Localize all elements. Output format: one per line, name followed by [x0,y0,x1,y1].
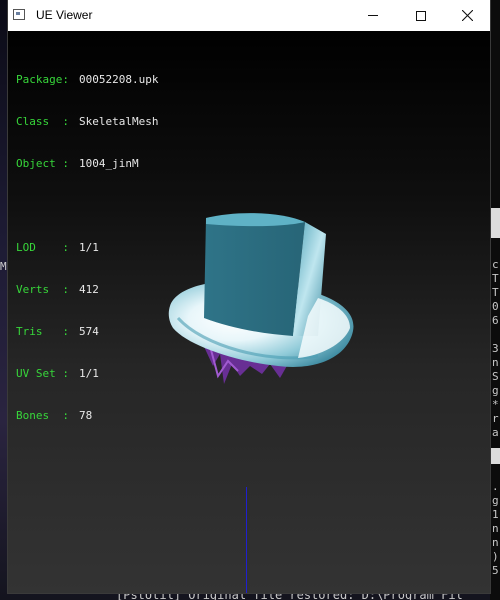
info-row-bones: Bones : 78 [16,409,158,423]
info-value: 412 [79,283,99,296]
info-key: Bones : [16,409,69,422]
info-key: Class : [16,115,69,128]
console-line: 3 [492,342,499,355]
mesh-info-overlay: Package: 00052208.upk Class : SkeletalMesh… [16,45,158,451]
minimize-button[interactable] [350,0,396,31]
console-line: 5 [492,564,499,577]
title-bar[interactable]: UE Viewer [8,0,490,31]
minimize-icon [368,15,378,16]
info-row-tris: Tris : 574 [16,325,158,339]
info-row-package: Package: 00052208.upk [16,73,158,87]
info-value: 1/1 [79,241,99,254]
console-line: a [492,426,499,439]
console-line: 1 [492,508,499,521]
info-value: SkeletalMesh [79,115,159,128]
app-icon[interactable] [13,9,25,20]
background-console-window: c T T 0 6 3 n Sg * r a. g 1 n n) 5 [490,0,500,600]
console-line: n [492,522,499,535]
z-axis-line [246,487,247,593]
console-line: c [492,258,499,271]
close-icon [461,10,473,21]
info-key: Package: [16,73,69,86]
maximize-button[interactable] [398,0,444,31]
console-line: T [492,272,499,285]
window-title: UE Viewer [36,8,93,22]
info-row-class: Class : SkeletalMesh [16,115,158,129]
info-value: 574 [79,325,99,338]
info-key: Tris : [16,325,69,338]
console-line: g [492,384,499,397]
info-key: Object : [16,157,69,170]
console-line: S [492,370,499,383]
close-button[interactable] [444,0,490,31]
info-row-lod: LOD : 1/1 [16,241,158,255]
info-row-verts: Verts : 412 [16,283,158,297]
info-key: Verts : [16,283,69,296]
info-row-object: Object : 1004_jinM [16,157,158,171]
console-line: r [492,412,499,425]
info-value: 78 [79,409,93,422]
desktop-left-glyph: M [0,260,7,273]
info-key: LOD : [16,241,69,254]
info-row-uvset: UV Set : 1/1 [16,367,158,381]
console-line: g [492,494,499,507]
console-line: . [492,480,499,493]
top-hat-mesh[interactable] [158,206,358,421]
console-scrollbar[interactable] [490,208,500,238]
ue-viewer-window: UE Viewer Package: 00052208.upk Class : Sk… [8,0,490,593]
console-line: 6 [492,314,499,327]
console-line: n [492,536,499,549]
console-line: T [492,286,499,299]
maximize-icon [416,10,426,21]
console-line: * [492,398,499,411]
info-value: 1004_jinM [79,157,139,170]
console-scrollbar-thumb[interactable] [490,448,500,464]
3d-viewport[interactable]: Package: 00052208.upk Class : SkeletalMesh… [8,31,490,593]
console-line: ) [492,550,499,563]
info-value: 1/1 [79,367,99,380]
console-line: n [492,356,499,369]
info-key: UV Set : [16,367,69,380]
console-line: 0 [492,300,499,313]
info-value: 00052208.upk [79,73,159,86]
